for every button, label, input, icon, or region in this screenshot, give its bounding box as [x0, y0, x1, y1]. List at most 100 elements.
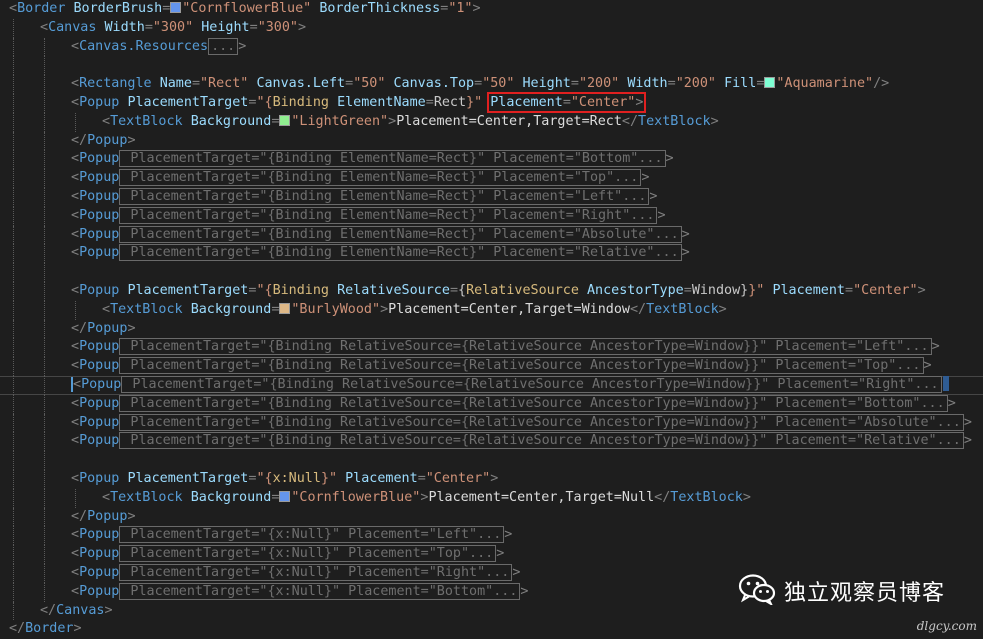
code-line[interactable]: <Popup PlacementTarget="{Binding Element… — [0, 206, 983, 226]
code-text[interactable]: <Popup PlacementTarget="{x:Null}" Placem… — [71, 470, 498, 489]
code-line[interactable]: <Popup PlacementTarget="{x:Null}" Placem… — [0, 545, 983, 564]
indent-guide — [13, 75, 14, 94]
code-text[interactable]: <Popup PlacementTarget="{Binding Relativ… — [71, 376, 949, 395]
code-text[interactable]: <Popup PlacementTarget="{Binding Relativ… — [71, 357, 932, 376]
code-text[interactable]: <Popup PlacementTarget="{Binding Element… — [71, 169, 649, 188]
code-text[interactable]: <Popup PlacementTarget="{Binding Element… — [71, 188, 657, 207]
code-line[interactable]: <Border BorderBrush= "CornflowerBlue" Bor… — [0, 0, 983, 19]
collapsed-region[interactable]: PlacementTarget="{Binding RelativeSource… — [119, 357, 924, 375]
indent-guide — [13, 263, 14, 282]
collapsed-region[interactable]: PlacementTarget="{Binding ElementName=Re… — [119, 244, 682, 262]
code-text[interactable]: <TextBlock Background= "LightGreen">Place… — [102, 113, 719, 132]
code-line[interactable]: <Popup PlacementTarget="{x:Null}" Placem… — [0, 470, 983, 489]
collapsed-region[interactable]: PlacementTarget="{x:Null}" Placement="Ri… — [119, 564, 513, 581]
indent-guide — [44, 225, 45, 245]
code-line[interactable]: <Popup PlacementTarget="{Binding Relativ… — [0, 282, 983, 301]
code-line[interactable]: <TextBlock Background= "LightGreen">Place… — [0, 112, 983, 132]
code-text[interactable]: <Canvas Width="300" Height="300"> — [40, 19, 306, 38]
code-line[interactable]: <Popup PlacementTarget="{x:Null}" Placem… — [0, 526, 983, 546]
highlight-box: Placement="Center"> — [487, 92, 647, 113]
code-line[interactable]: <Popup PlacementTarget="{Binding Element… — [0, 225, 983, 245]
code-text[interactable]: <Rectangle Name="Rect" Canvas.Left="50" … — [71, 75, 889, 94]
code-text[interactable]: <Popup PlacementTarget="{Binding Element… — [71, 244, 690, 263]
code-text[interactable]: <TextBlock Background= "BurlyWood">Placem… — [102, 301, 727, 320]
collapsed-region[interactable]: PlacementTarget="{x:Null}" Placement="Le… — [119, 526, 505, 544]
code-line[interactable] — [0, 451, 983, 470]
indent-guide — [44, 394, 45, 414]
code-line[interactable]: <Popup PlacementTarget="{Binding Relativ… — [0, 413, 983, 433]
code-text[interactable]: <Popup PlacementTarget="{Binding Element… — [71, 150, 674, 169]
code-line[interactable]: <Canvas Width="300" Height="300"> — [0, 18, 983, 38]
code-line[interactable]: <Popup PlacementTarget="{Binding Element… — [0, 150, 983, 170]
code-line[interactable]: <TextBlock Background= "BurlyWood">Placem… — [0, 300, 983, 320]
collapsed-region[interactable]: PlacementTarget="{x:Null}" Placement="Bo… — [119, 582, 521, 600]
site-url: dlgcy.com — [916, 619, 977, 633]
code-text[interactable]: <Popup PlacementTarget="{Binding Element… — [71, 225, 690, 245]
code-text[interactable]: <Popup PlacementTarget="{Binding Relativ… — [71, 432, 972, 451]
collapsed-region[interactable]: PlacementTarget="{Binding ElementName=Re… — [119, 150, 666, 168]
code-text[interactable]: <Popup PlacementTarget="{Binding Relativ… — [71, 338, 940, 357]
code-text[interactable]: <Popup PlacementTarget="{Binding Element… — [71, 206, 666, 226]
code-text[interactable]: <TextBlock Background= "CornflowerBlue">P… — [102, 489, 751, 508]
code-line[interactable]: <Rectangle Name="Rect" Canvas.Left="50" … — [0, 75, 983, 94]
code-line[interactable]: </Popup> — [0, 131, 983, 151]
code-text[interactable]: <Popup PlacementTarget="{Binding Relativ… — [71, 413, 972, 433]
collapsed-region[interactable]: PlacementTarget="{Binding ElementName=Re… — [119, 225, 682, 243]
collapsed-region[interactable]: PlacementTarget="{Binding RelativeSource… — [119, 432, 964, 450]
indent-guide — [13, 470, 14, 489]
collapsed-region[interactable]: PlacementTarget="{Binding ElementName=Re… — [119, 188, 650, 205]
code-line[interactable]: </Popup> — [0, 319, 983, 339]
indent-guide — [13, 131, 14, 151]
code-line[interactable]: <Popup PlacementTarget="{Binding Relativ… — [0, 394, 983, 414]
code-line[interactable]: <Popup PlacementTarget="{Binding Relativ… — [0, 432, 983, 452]
collapsed-region[interactable]: PlacementTarget="{Binding ElementName=Re… — [119, 169, 642, 187]
code-line[interactable]: <TextBlock Background= "CornflowerBlue">P… — [0, 488, 983, 508]
code-line[interactable] — [0, 56, 983, 76]
code-text[interactable]: </Popup> — [71, 132, 136, 151]
collapsed-region[interactable]: PlacementTarget="{Binding RelativeSource… — [119, 394, 948, 412]
code-text[interactable]: </Border> — [9, 620, 82, 639]
code-text[interactable]: <Popup PlacementTarget="{x:Null}" Placem… — [71, 582, 528, 602]
code-line[interactable]: <Popup PlacementTarget="{Binding Element… — [0, 244, 983, 264]
code-text[interactable]: <Canvas.Resources... > — [71, 37, 246, 57]
code-text[interactable]: <Border BorderBrush= "CornflowerBlue" Bor… — [9, 0, 481, 19]
code-line[interactable]: <Popup PlacementTarget="{Binding Element… — [0, 188, 983, 207]
code-line[interactable]: <Canvas.Resources... > — [0, 37, 983, 57]
code-text[interactable]: </Popup> — [71, 508, 136, 527]
collapsed-region[interactable]: PlacementTarget="{x:Null}" Placement="To… — [119, 545, 497, 563]
code-line[interactable]: <Popup PlacementTarget="{Binding Element… — [0, 92, 983, 113]
indent-guide — [13, 300, 14, 320]
code-text[interactable]: <Popup PlacementTarget="{x:Null}" Placem… — [71, 545, 504, 564]
indent-guide — [44, 131, 45, 151]
code-line[interactable]: <Popup PlacementTarget="{Binding Relativ… — [0, 338, 983, 358]
code-text[interactable]: </Popup> — [71, 320, 136, 339]
indent-guide — [44, 357, 45, 376]
indent-guide — [44, 94, 45, 113]
collapsed-region[interactable]: PlacementTarget="{Binding ElementName=Re… — [119, 206, 658, 224]
code-line[interactable]: </Border> — [0, 620, 983, 639]
code-text[interactable]: <Popup PlacementTarget="{Binding Element… — [71, 92, 647, 113]
collapsed-region[interactable]: PlacementTarget="{Binding RelativeSource… — [121, 376, 942, 393]
code-editor[interactable]: <Border BorderBrush= "CornflowerBlue" Bor… — [0, 0, 983, 636]
collapsed-region[interactable]: PlacementTarget="{Binding RelativeSource… — [119, 338, 932, 356]
code-line[interactable] — [0, 263, 983, 282]
code-line[interactable]: </Popup> — [0, 507, 983, 527]
code-line[interactable]: <Popup PlacementTarget="{Binding Relativ… — [0, 357, 983, 376]
code-text[interactable]: </Canvas> — [40, 602, 113, 621]
indent-guide — [44, 188, 45, 207]
code-line[interactable]: <Popup PlacementTarget="{Binding Relativ… — [0, 376, 983, 395]
indent-guide — [44, 37, 45, 57]
indent-guide — [13, 206, 14, 226]
indent-guide — [44, 451, 45, 470]
indent-guide — [13, 564, 14, 583]
code-line[interactable]: <Popup PlacementTarget="{Binding Element… — [0, 169, 983, 188]
indent-guide — [44, 263, 45, 282]
indent-guide — [13, 338, 14, 358]
collapsed-region[interactable]: ... — [208, 37, 239, 55]
code-text[interactable]: <Popup PlacementTarget="{x:Null}" Placem… — [71, 564, 520, 583]
collapsed-region[interactable]: PlacementTarget="{Binding RelativeSource… — [119, 413, 964, 431]
code-text[interactable]: <Popup PlacementTarget="{Binding Relativ… — [71, 394, 956, 414]
code-text[interactable]: <Popup PlacementTarget="{x:Null}" Placem… — [71, 526, 512, 545]
code-text[interactable]: <Popup PlacementTarget="{Binding Relativ… — [71, 282, 926, 301]
indent-guide — [44, 507, 45, 527]
